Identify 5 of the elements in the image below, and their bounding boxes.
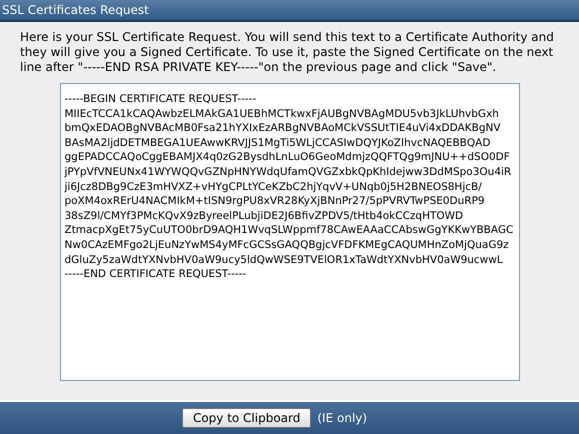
- window-title: SSL Certificates Request: [2, 2, 149, 19]
- certificate-text-area[interactable]: -----BEGIN CERTIFICATE REQUEST----- MIIEcTCCA1kCAQAwbzELMAkGA1UEBhMCTkwxFjAUBgNVBAgMDU5vb3JkLUhvbGxh bmQxEDAOBgNVBAcMB0Fsa21hYXIxEzARBgNVBAoMCkVSSUtTIE4uVi4xDDAKBgNV BAsMA2ljdDETMBEGA1UEAwwKRVJJS1MgTi5WLjCCASIwDQYJKoZIhvcNAQEBBQAD ggEPADCCAQoCggEBAMJX4q0zG2BysdhLnLuO6GeoMdmjzQQFTQg9mJNU++dSO0DF jPYpVfVNEUNx41WYWQQvGZNpHNYWdqUfamQVGZxbkQpKhIdejww3DdMSpo3Ou4iR ji6Jcz8DBg9CzE3mHVXZ+vHYgCPLtYCeKZbC2hjYqvV+UNqb0j5H2BNEOS8HjcB/ poXM4oxRErU4NACMIkM+tISN9rgPU8xVR28KyXjBNnPr27/5pPVRVTwPSE0DuRP9 38sZ9l/CMYf3PMcKQvX9zByreelPLubjiDE2J6BfivZPDV5/tHtb4okCCzqHTOWD ZtmacpXgEt75yCuUTO0brD9AQH1WvqSLWppmf78CAwEAAaCCAbswGgYKKwYBBAGC Nw0CAzEMFgo2LjEuNzYwMS4yMFcGCSsGAQQBgjcVFDFKMEgCAQUMHnZoMjQuaG9z dGluZy5zaWdtYXNvbHV0aW9ucy5ldQwWSE9TVElOR1xTaWdtYXNvbHV0aW9ucwwL -----END CERTIFICATE REQUEST-----: [60, 83, 520, 381]
- ie-only-note: (IE only): [317, 410, 368, 427]
- copy-to-clipboard-button[interactable]: Copy to Clipboard: [182, 408, 312, 428]
- intro-text: Here is your SSL Certificate Request. You will send this text to a Certificate Authority and they will give you a Signed Certificate. To use it, paste the Signed Certificate on the next line after "-----END RSA PRIVATE KEY-----"on the previous page and click "Save".: [19, 30, 555, 75]
